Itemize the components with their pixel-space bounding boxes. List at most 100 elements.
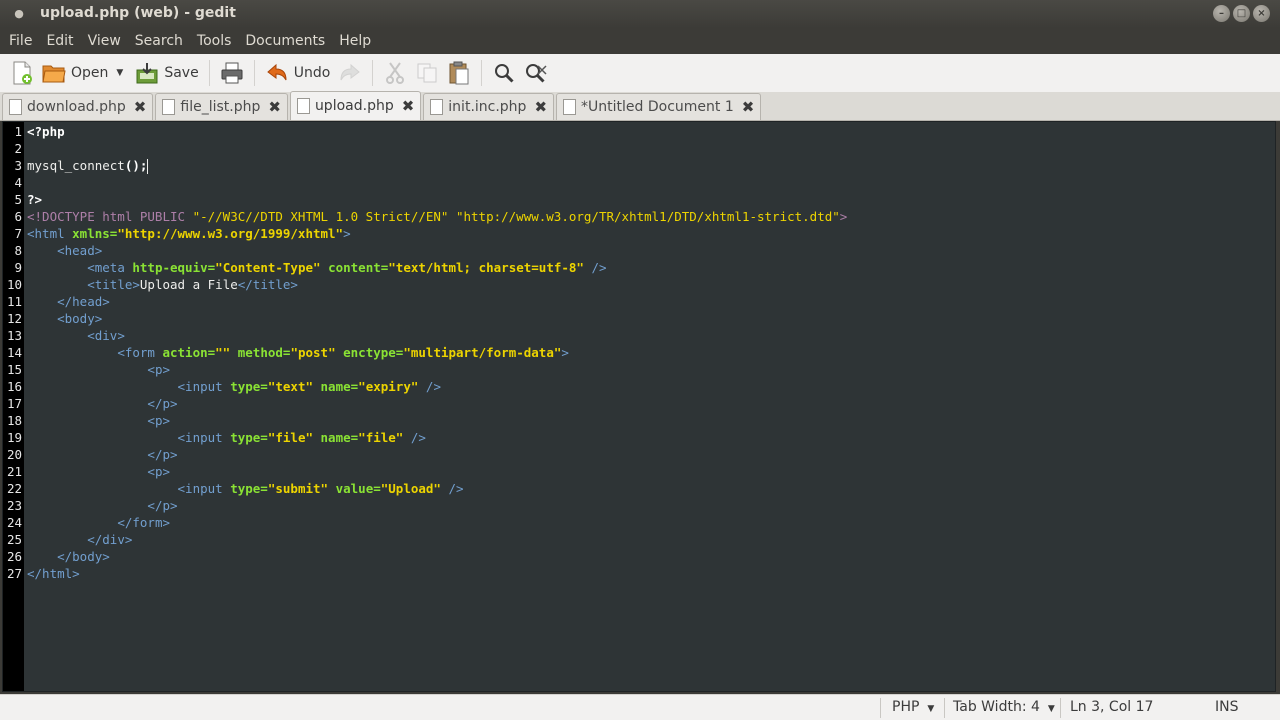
cut-button[interactable] bbox=[379, 57, 411, 89]
menu-help[interactable]: Help bbox=[332, 28, 378, 54]
menu-edit[interactable]: Edit bbox=[39, 28, 80, 54]
close-tab-icon[interactable]: ✖ bbox=[742, 98, 755, 116]
code-line[interactable]: 17 </p> bbox=[3, 395, 1275, 412]
minimize-icon[interactable]: – bbox=[1213, 5, 1230, 22]
chevron-down-icon: ▼ bbox=[927, 704, 935, 714]
tab-upload-php[interactable]: upload.php ✖ bbox=[289, 91, 422, 120]
code-line[interactable]: 19 <input type="file" name="file" /> bbox=[3, 429, 1275, 446]
code-line[interactable]: 11 </head> bbox=[3, 293, 1275, 310]
close-window-icon[interactable]: × bbox=[1253, 5, 1270, 22]
code-line[interactable]: 12 <body> bbox=[3, 310, 1275, 327]
code-line[interactable]: 3 mysql_connect(); bbox=[3, 157, 1275, 174]
open-folder-icon bbox=[42, 61, 66, 85]
code-token: "text" bbox=[267, 379, 313, 394]
language-label: PHP bbox=[892, 699, 920, 715]
close-tab-icon[interactable]: ✖ bbox=[534, 98, 547, 116]
tab-untitled-document-1[interactable]: *Untitled Document 1 ✖ bbox=[556, 93, 762, 120]
search-replace-icon bbox=[524, 61, 548, 85]
code-line[interactable]: 8 <head> bbox=[3, 242, 1275, 259]
code-token: </title> bbox=[237, 277, 298, 292]
code-line[interactable]: 26 </body> bbox=[3, 548, 1275, 565]
code-token: xmlns= bbox=[72, 226, 118, 241]
save-button[interactable]: Save bbox=[131, 57, 202, 89]
code-line[interactable]: 18 <p> bbox=[3, 412, 1275, 429]
code-line[interactable]: 25 </div> bbox=[3, 531, 1275, 548]
code-token: </p> bbox=[147, 447, 178, 462]
code-line[interactable]: 14 <form action="" method="post" enctype… bbox=[3, 344, 1275, 361]
menu-search[interactable]: Search bbox=[128, 28, 190, 54]
redo-button[interactable] bbox=[334, 57, 366, 89]
menu-view[interactable]: View bbox=[81, 28, 128, 54]
copy-button[interactable] bbox=[411, 57, 443, 89]
search-replace-button[interactable] bbox=[520, 57, 552, 89]
code-token: content= bbox=[328, 260, 389, 275]
code-line[interactable]: 6 <!DOCTYPE html PUBLIC "-//W3C//DTD XHTM… bbox=[3, 208, 1275, 225]
search-button[interactable] bbox=[488, 57, 520, 89]
menu-documents[interactable]: Documents bbox=[238, 28, 332, 54]
line-number: 6 bbox=[14, 209, 22, 224]
code-line[interactable]: 5 ?> bbox=[3, 191, 1275, 208]
code-line[interactable]: 20 </p> bbox=[3, 446, 1275, 463]
code-line[interactable]: 27 </html> bbox=[3, 565, 1275, 582]
code-text: <meta http-equiv="Content-Type" content=… bbox=[27, 259, 606, 276]
tab-download-php[interactable]: download.php ✖ bbox=[2, 93, 154, 120]
cut-icon bbox=[383, 61, 407, 85]
code-token: </body> bbox=[57, 549, 110, 564]
close-tab-icon[interactable]: ✖ bbox=[134, 98, 147, 116]
new-document-button[interactable] bbox=[6, 57, 38, 89]
tab-label: *Untitled Document 1 bbox=[581, 99, 734, 115]
paste-button[interactable] bbox=[443, 57, 475, 89]
code-line[interactable]: 15 <p> bbox=[3, 361, 1275, 378]
code-token: <meta bbox=[87, 260, 133, 275]
code-line[interactable]: 16 <input type="text" name="expiry" /> bbox=[3, 378, 1275, 395]
app-menu-icon[interactable]: ● bbox=[12, 6, 26, 22]
code-line[interactable]: 10 <title>Upload a File</title> bbox=[3, 276, 1275, 293]
language-selector[interactable]: PHP ▼ bbox=[892, 695, 934, 720]
code-editor[interactable]: 1 <?php 2 3 mysql_connect(); 4 5 ?> 6 <!DOCTYPE h… bbox=[2, 121, 1276, 692]
code-token: </p> bbox=[147, 396, 178, 411]
close-tab-icon[interactable]: ✖ bbox=[402, 97, 415, 115]
code-line[interactable]: 7 <html xmlns="http://www.w3.org/1999/xht… bbox=[3, 225, 1275, 242]
close-tab-icon[interactable]: ✖ bbox=[268, 98, 281, 116]
line-number: 7 bbox=[14, 226, 22, 241]
code-line[interactable]: 2 bbox=[3, 140, 1275, 157]
code-line[interactable]: 22 <input type="submit" value="Upload" /… bbox=[3, 480, 1275, 497]
line-number: 9 bbox=[14, 260, 22, 275]
line-number: 11 bbox=[6, 294, 22, 309]
code-token: <form bbox=[117, 345, 163, 360]
undo-button[interactable]: Undo bbox=[261, 57, 335, 89]
cursor-position: Ln 3, Col 17 bbox=[1070, 699, 1154, 715]
code-token: "file" bbox=[358, 430, 404, 445]
code-line[interactable]: 23 </p> bbox=[3, 497, 1275, 514]
print-button[interactable] bbox=[216, 57, 248, 89]
code-line[interactable]: 4 bbox=[3, 174, 1275, 191]
open-recent-dropdown-icon[interactable]: ▼ bbox=[116, 68, 123, 78]
insert-mode: INS bbox=[1215, 699, 1239, 715]
tab-file-list-php[interactable]: file_list.php ✖ bbox=[155, 93, 288, 120]
open-button[interactable]: Open ▼ bbox=[38, 57, 131, 89]
code-line[interactable]: 21 <p> bbox=[3, 463, 1275, 480]
code-line[interactable]: 1 <?php bbox=[3, 123, 1275, 140]
maximize-icon[interactable]: □ bbox=[1233, 5, 1250, 22]
code-text: </p> bbox=[27, 446, 178, 463]
tab-init-inc-php[interactable]: init.inc.php ✖ bbox=[423, 93, 555, 120]
code-token: type= bbox=[230, 481, 268, 496]
tab-width-selector[interactable]: Tab Width: 4 ▼ bbox=[953, 695, 1055, 720]
code-text: </form> bbox=[27, 514, 170, 531]
code-text: </html> bbox=[27, 565, 80, 582]
code-token: /> bbox=[418, 379, 441, 394]
code-text: <html xmlns="http://www.w3.org/1999/xhtm… bbox=[27, 225, 351, 242]
code-line[interactable]: 24 </form> bbox=[3, 514, 1275, 531]
menu-file[interactable]: File bbox=[2, 28, 39, 54]
code-token: "" bbox=[215, 345, 231, 360]
menu-tools[interactable]: Tools bbox=[190, 28, 239, 54]
code-line[interactable]: 13 <div> bbox=[3, 327, 1275, 344]
line-number: 18 bbox=[6, 413, 22, 428]
code-line[interactable]: 9 <meta http-equiv="Content-Type" conten… bbox=[3, 259, 1275, 276]
